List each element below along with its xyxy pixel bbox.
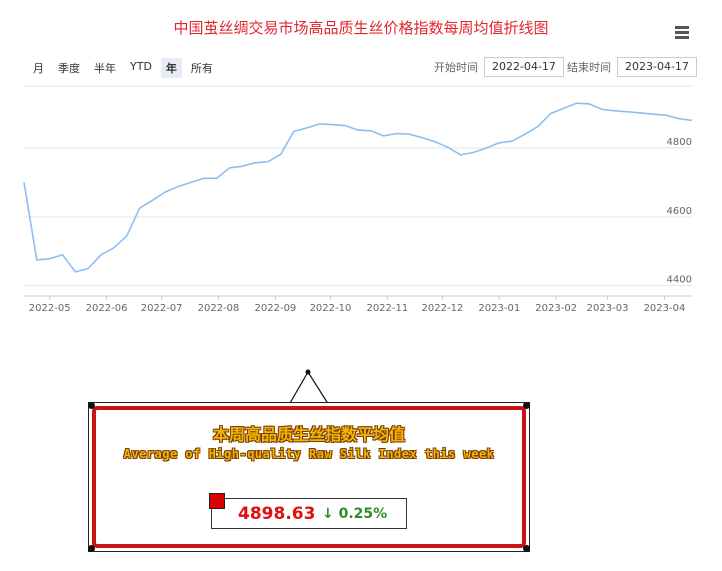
y-tick-label: 4400 bbox=[667, 275, 692, 286]
corner-dot bbox=[523, 545, 530, 552]
line-chart: 4400 4600 4800 2022-05 2022-06 2022-07 2022-08… bbox=[23, 85, 693, 314]
x-tick-label: 2022-06 bbox=[86, 303, 128, 314]
callout-title-english: Average of High-quality Raw Silk Index t… bbox=[123, 447, 495, 461]
y-tick-label: 4600 bbox=[667, 206, 692, 217]
range-button-all[interactable]: 所有 bbox=[185, 58, 218, 78]
weekly-change: ↓ 0.25% bbox=[322, 506, 388, 522]
end-date-label: 结束时间 bbox=[567, 61, 611, 74]
y-tick-label: 4800 bbox=[667, 137, 692, 148]
x-tick-label: 2022-08 bbox=[198, 303, 240, 314]
start-date-label: 开始时间 bbox=[434, 61, 478, 74]
start-date-group: 开始时间 2022-04-17 bbox=[434, 57, 564, 77]
x-tick-label: 2023-01 bbox=[478, 303, 520, 314]
range-button-year[interactable]: 年 bbox=[160, 58, 182, 78]
corner-dot bbox=[88, 545, 95, 552]
x-tick-label: 2022-07 bbox=[141, 303, 183, 314]
x-tick-label: 2023-03 bbox=[587, 303, 629, 314]
weekly-average-value: 4898.63 bbox=[238, 504, 316, 524]
end-date-input[interactable]: 2023-04-17 bbox=[617, 57, 697, 77]
range-button-month[interactable]: 月 bbox=[28, 58, 49, 78]
x-tick-label: 2022-09 bbox=[255, 303, 297, 314]
corner-dot bbox=[88, 402, 95, 409]
range-selector: 月 季度 半年 YTD 年 所有 bbox=[28, 58, 218, 78]
x-tick-label: 2023-04 bbox=[644, 303, 686, 314]
start-date-input[interactable]: 2022-04-17 bbox=[484, 57, 564, 77]
corner-dot bbox=[523, 402, 530, 409]
series-line bbox=[23, 102, 693, 273]
x-tick-label: 2022-12 bbox=[422, 303, 464, 314]
chart-title: 中国茧丝绸交易市场高品质生丝价格指数每周均值折线图 bbox=[173, 19, 549, 37]
end-date-group: 结束时间 2023-04-17 bbox=[567, 57, 697, 77]
range-button-quarter[interactable]: 季度 bbox=[53, 58, 85, 78]
range-button-ytd[interactable]: YTD bbox=[125, 58, 157, 78]
hamburger-menu-icon[interactable] bbox=[675, 26, 689, 39]
x-tick-label: 2022-10 bbox=[310, 303, 352, 314]
callout-title-chinese: 本周高品质生丝指数平均值 bbox=[212, 425, 405, 444]
red-square-icon bbox=[209, 493, 225, 509]
weekly-average-callout: 本周高品质生丝指数平均值 Average of High-quality Raw… bbox=[88, 402, 530, 552]
x-tick-label: 2022-11 bbox=[366, 303, 408, 314]
weekly-value-box: 4898.63 ↓ 0.25% bbox=[209, 493, 407, 529]
x-tick-label: 2022-05 bbox=[29, 303, 71, 314]
x-tick-label: 2023-02 bbox=[535, 303, 577, 314]
range-button-half-year[interactable]: 半年 bbox=[89, 58, 121, 78]
